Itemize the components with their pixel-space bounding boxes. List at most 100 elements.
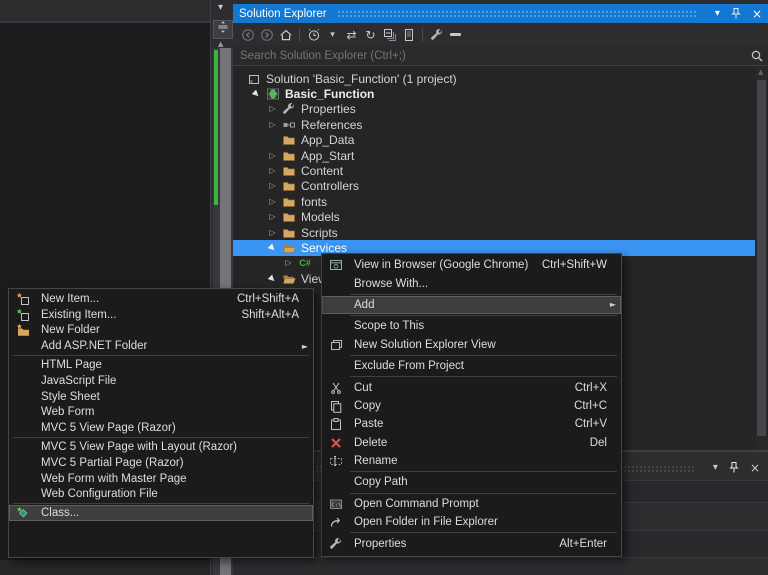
menu-item-add-asp-net-folder[interactable]: Add ASP.NET Folder ► [9, 338, 313, 354]
tree-item-app-data[interactable]: App_Data [233, 133, 755, 148]
folder-icon [281, 164, 297, 178]
tree-item-models[interactable]: ▷ Models [233, 210, 755, 225]
submenu-arrow-icon: ► [609, 300, 616, 310]
refresh-icon[interactable]: ↻ [361, 26, 380, 44]
class-icon [13, 505, 33, 521]
menu-item-label: Open Command Prompt [354, 497, 479, 510]
expand-arrow-icon[interactable]: ▷ [264, 151, 281, 160]
menu-item-style-sheet[interactable]: Style Sheet [9, 389, 313, 405]
pending-filter-icon[interactable] [304, 26, 323, 44]
menu-item-mvc-5-partial-page-razor[interactable]: MVC 5 Partial Page (Razor) [9, 455, 313, 471]
menu-item-new-solution-explorer-view[interactable]: New Solution Explorer View [322, 336, 621, 354]
menu-item-shortcut: Ctrl+V [574, 418, 607, 431]
tree-item-controllers[interactable]: ▷ Controllers [233, 179, 755, 194]
menu-item-exclude-from-project[interactable]: Exclude From Project [322, 357, 621, 375]
menu-item-open-folder-in-file-explorer[interactable]: Open Folder in File Explorer [322, 513, 621, 531]
expand-arrow-icon[interactable]: ▷ [264, 228, 281, 237]
solution-explorer-titlebar[interactable]: Solution Explorer ▾ × [233, 4, 768, 23]
blank-icon [13, 420, 33, 436]
menu-item-paste[interactable]: Paste Ctrl+V [322, 415, 621, 433]
menu-item-mvc-5-view-page-with-layout-razor[interactable]: MVC 5 View Page with Layout (Razor) [9, 439, 313, 455]
search-input[interactable] [233, 49, 746, 62]
menu-item-new-item[interactable]: New Item... Ctrl+Shift+A [9, 291, 313, 307]
menu-item-copy[interactable]: Copy Ctrl+C [322, 397, 621, 415]
menu-item-class[interactable]: Class... [9, 505, 313, 522]
tree-item-app-start[interactable]: ▷ App_Start [233, 148, 755, 163]
scrollbar-options-caret-icon[interactable]: ▾ [218, 2, 223, 13]
tree-item-scripts[interactable]: ▷ Scripts [233, 225, 755, 240]
close-icon[interactable]: × [750, 462, 760, 474]
editor-horizontal-scrollbar[interactable] [0, 560, 210, 575]
menu-item-properties[interactable]: Properties Alt+Enter [322, 534, 621, 552]
collapse-arrow-icon[interactable]: ▶ [264, 273, 281, 284]
close-icon[interactable]: × [752, 8, 762, 20]
menu-item-javascript-file[interactable]: JavaScript File [9, 373, 313, 389]
menu-item-new-folder[interactable]: New Folder [9, 323, 313, 339]
tree-item-label: Properties [301, 102, 356, 117]
pin-icon[interactable] [729, 7, 743, 21]
menu-item-delete[interactable]: Delete Del [322, 434, 621, 452]
menu-item-web-configuration-file[interactable]: Web Configuration File [9, 487, 313, 503]
toolbar-separator [422, 27, 423, 42]
menu-separator [13, 355, 309, 357]
references-icon [281, 118, 297, 132]
caret-down-icon[interactable]: ▾ [323, 26, 342, 44]
tree-item-properties[interactable]: ▷ Properties [233, 102, 755, 117]
menu-item-rename[interactable]: Rename [322, 452, 621, 470]
expand-arrow-icon[interactable]: ▷ [264, 197, 281, 206]
menu-item-view-in-browser-google-chrome[interactable]: View in Browser (Google Chrome) Ctrl+Shif… [322, 256, 621, 274]
back-icon[interactable] [238, 26, 257, 44]
menu-item-scope-to-this[interactable]: Scope to This [322, 317, 621, 335]
menu-separator [350, 532, 617, 534]
menu-item-label: View in Browser (Google Chrome) [354, 259, 529, 272]
menu-item-copy-path[interactable]: Copy Path [322, 473, 621, 491]
window-position-icon[interactable]: ▾ [713, 463, 718, 473]
expand-arrow-icon[interactable]: ▷ [264, 167, 281, 175]
menu-item-cut[interactable]: Cut Ctrl+X [322, 378, 621, 396]
tree-scroll-up-icon[interactable]: ▲ [758, 68, 763, 76]
show-all-files-icon[interactable] [446, 26, 465, 44]
collapse-arrow-icon[interactable]: ▶ [264, 242, 281, 253]
blank-icon [13, 373, 33, 389]
folder-icon [281, 179, 297, 193]
menu-item-shortcut: Ctrl+Shift+A [237, 292, 299, 305]
wrench-icon[interactable] [427, 26, 446, 44]
blank-icon [326, 296, 346, 314]
collapse-arrow-icon[interactable]: ▶ [248, 88, 265, 99]
menu-item-existing-item[interactable]: Existing Item... Shift+Alt+A [9, 307, 313, 323]
tree-item-content[interactable]: ▷ Content [233, 163, 755, 178]
home-icon[interactable] [276, 26, 295, 44]
scroll-up-icon[interactable]: ▲ [218, 40, 223, 48]
menu-item-browse-with[interactable]: Browse With... [322, 274, 621, 292]
tree-item-solution-basic-function-1-project[interactable]: x Solution 'Basic_Function' (1 project) [233, 71, 755, 86]
tree-item-basic-function[interactable]: ▶ Basic_Function [233, 86, 755, 101]
sync-icon[interactable]: ⇄ [342, 26, 361, 44]
preview-icon[interactable] [399, 26, 418, 44]
folder-open-icon [281, 241, 297, 255]
menu-separator [13, 437, 309, 439]
tree-item-fonts[interactable]: ▷ fonts [233, 194, 755, 209]
splitter-handle[interactable] [213, 20, 233, 39]
expand-arrow-icon[interactable]: ▷ [264, 182, 281, 190]
menu-item-web-form[interactable]: Web Form [9, 405, 313, 421]
menu-item-add[interactable]: Add ► [322, 295, 621, 315]
menu-item-open-command-prompt[interactable]: C:\ Open Command Prompt [322, 495, 621, 513]
blank-icon [326, 473, 346, 491]
tree-item-references[interactable]: ▷ References [233, 117, 755, 132]
menu-item-html-page[interactable]: HTML Page [9, 357, 313, 373]
expand-arrow-icon[interactable]: ▷ [280, 259, 297, 267]
tree-scrollbar-thumb[interactable] [757, 80, 766, 436]
menu-item-label: Web Configuration File [41, 488, 158, 501]
expand-arrow-icon[interactable]: ▷ [264, 213, 281, 221]
menu-item-mvc-5-view-page-razor[interactable]: MVC 5 View Page (Razor) [9, 420, 313, 436]
menu-separator [350, 376, 617, 378]
tree-scrollbar[interactable]: ▲ [755, 66, 768, 452]
expand-arrow-icon[interactable]: ▷ [264, 105, 281, 113]
forward-icon[interactable] [257, 26, 276, 44]
collapse-all-icon[interactable] [380, 26, 399, 44]
expand-arrow-icon[interactable]: ▷ [264, 120, 281, 129]
window-position-icon[interactable]: ▾ [715, 8, 720, 19]
pin-icon[interactable] [727, 461, 741, 475]
menu-item-shortcut: Del [589, 436, 607, 449]
menu-item-web-form-with-master-page[interactable]: Web Form with Master Page [9, 471, 313, 487]
